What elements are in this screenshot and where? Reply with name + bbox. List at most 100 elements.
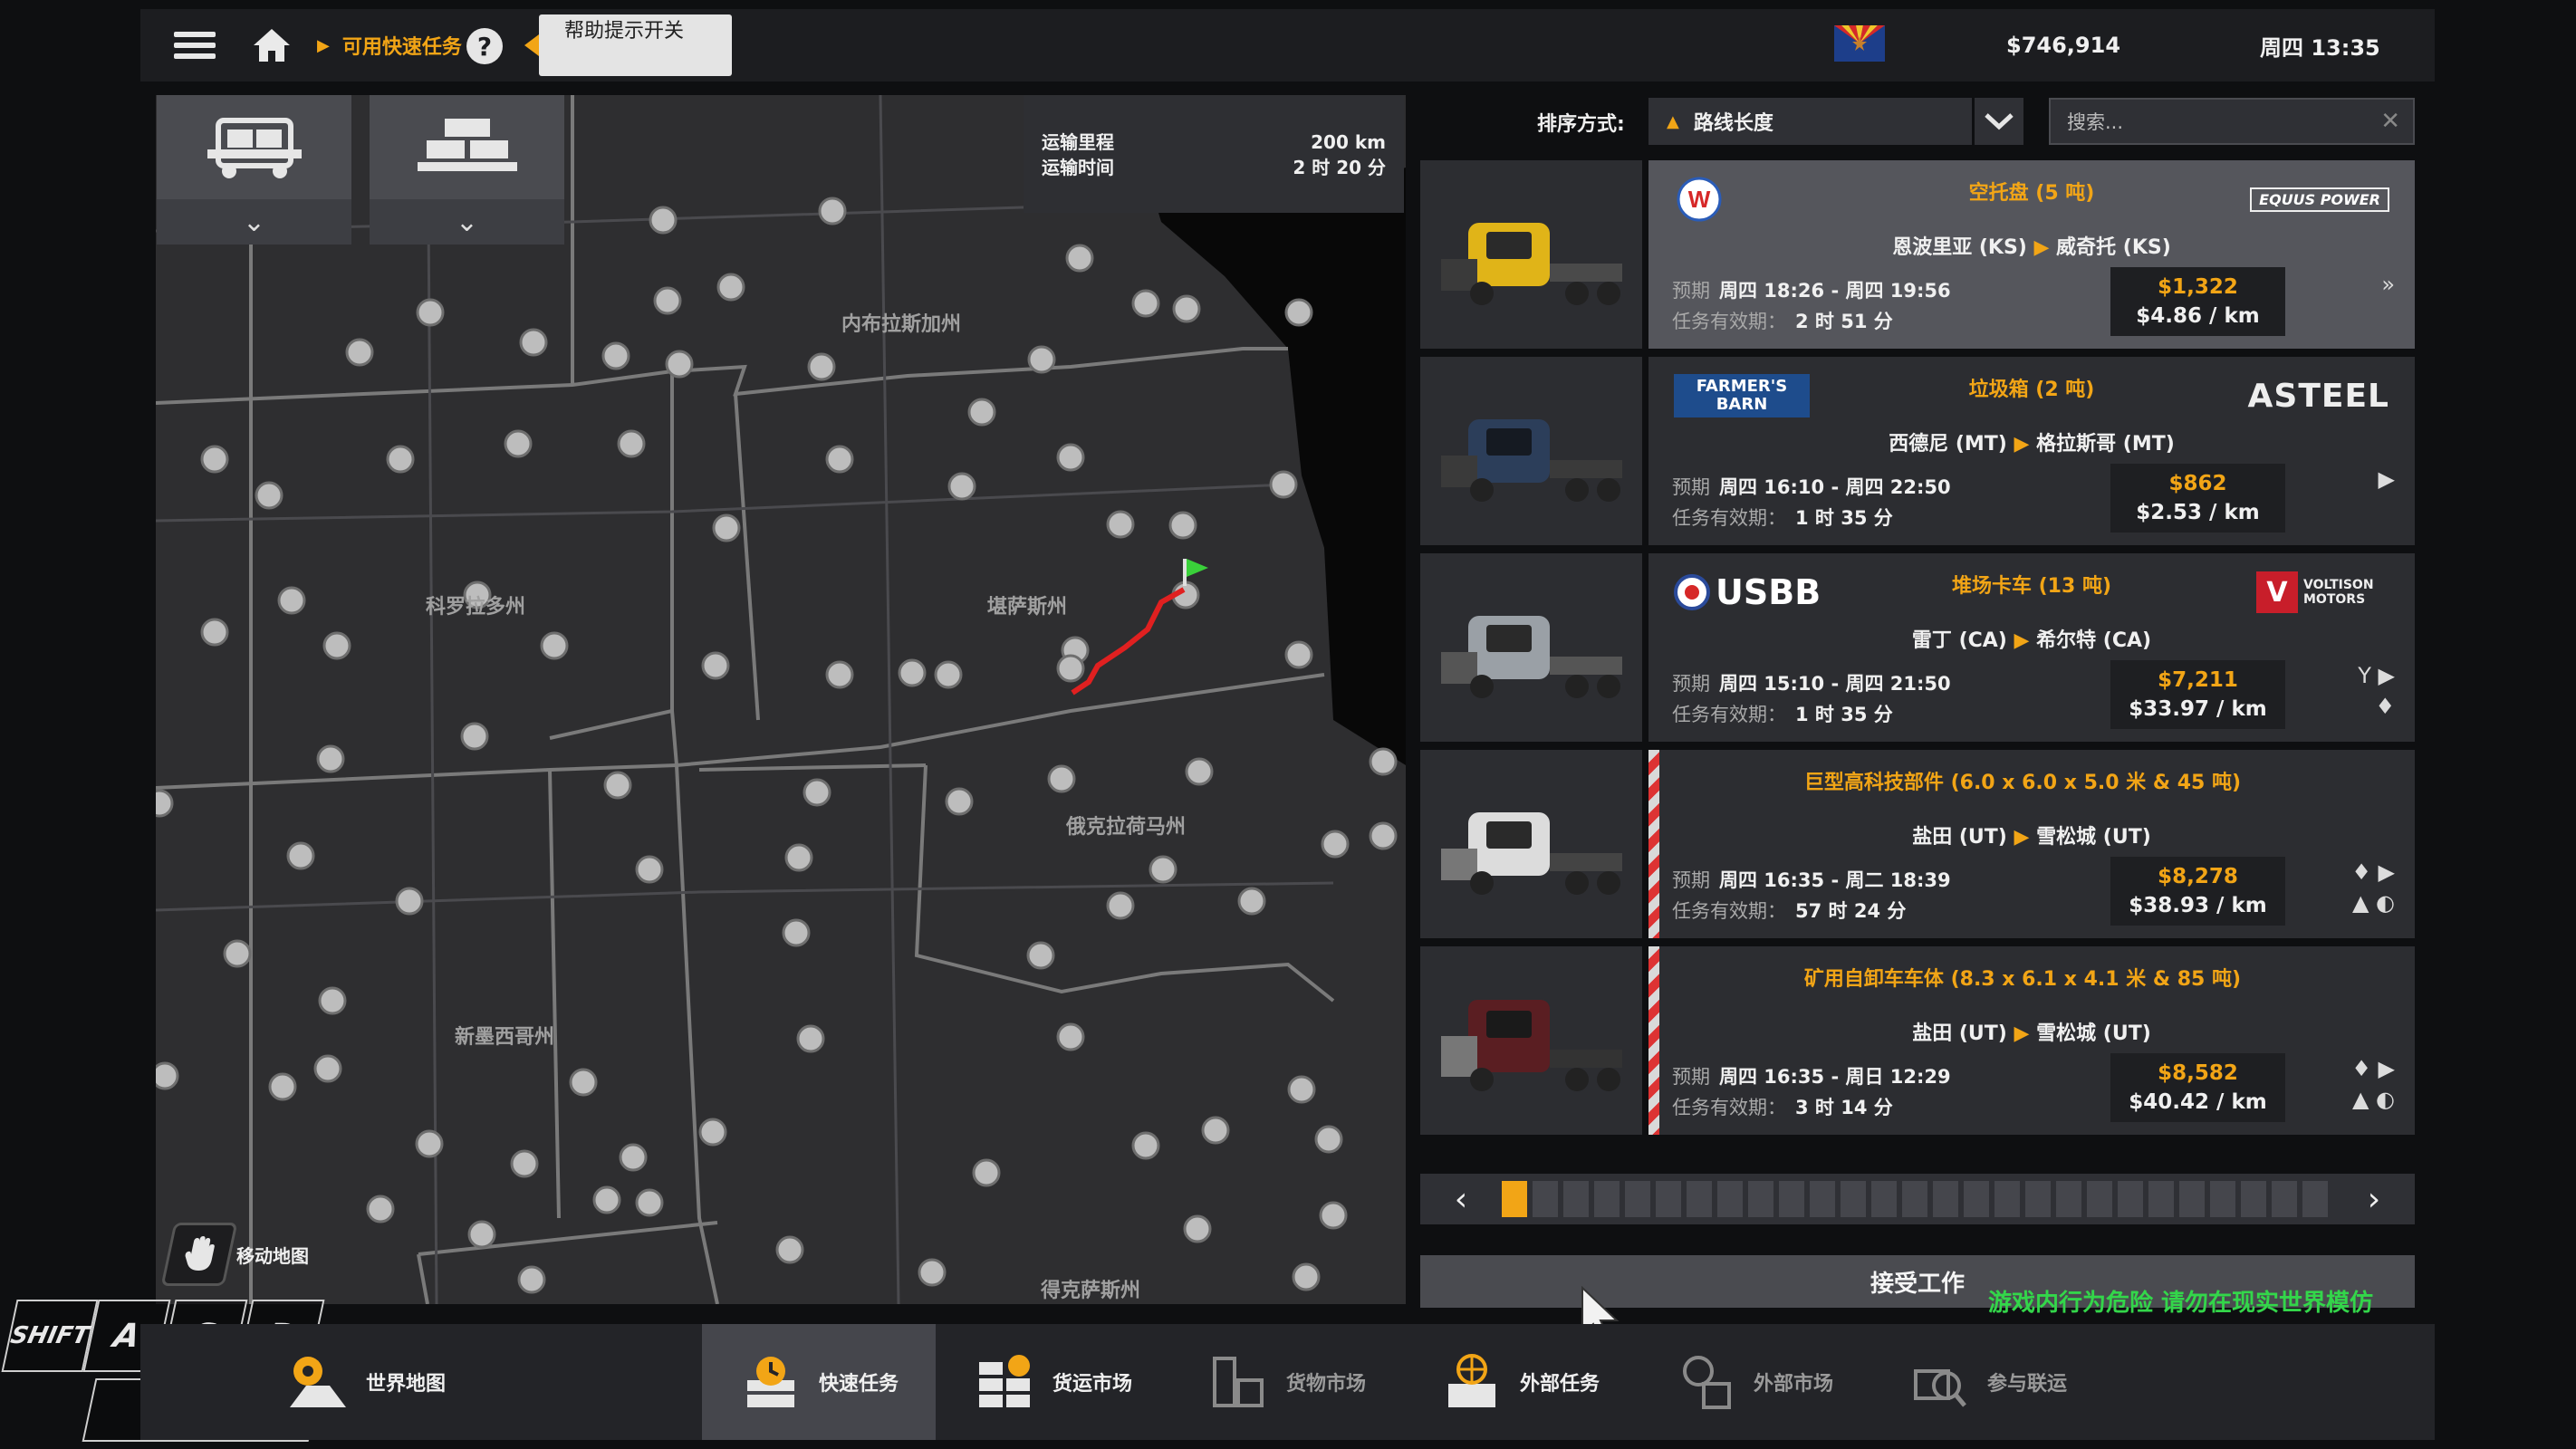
page-indicator[interactable] [1748,1181,1773,1217]
page-indicator[interactable] [1502,1181,1527,1217]
page-indicator[interactable] [1563,1181,1589,1217]
city-marker [782,918,811,947]
distance-label: 运输里程 [1042,131,1114,153]
job-card[interactable]: 巨型高科技部件 (6.0 x 6.0 x 5.0 米 & 45 吨) 盐田 (U… [1420,750,2415,938]
truck-filter-button[interactable]: ⌄ [157,95,351,245]
home-icon[interactable] [245,9,299,82]
eta-row: 预期 周四 16:35 - 周二 18:39 [1672,869,1951,891]
play-icon: ▶ [2378,466,2395,492]
nav-external-contracts[interactable]: 外部任务 [1403,1324,1637,1440]
next-page-icon[interactable]: › [2333,1174,2415,1224]
city-marker [316,744,345,773]
game-clock: 周四 13:35 [2260,34,2380,61]
job-card[interactable]: 矿用自卸车车体 (8.3 x 6.1 x 4.1 米 & 85 吨) 盐田 (U… [1420,946,2415,1135]
time-value: 2 时 20 分 [1293,157,1386,178]
city-marker [603,771,632,800]
page-indicator[interactable] [2148,1181,2174,1217]
city-marker [1183,1214,1212,1243]
city-marker [803,778,831,807]
page-indicator[interactable] [1964,1181,1989,1217]
special-transport-stripe [1648,750,1659,938]
breadcrumb[interactable]: ▶ 可用快速任务 [317,9,462,82]
job-card[interactable]: FARMER'S BARN ASTEEL 垃圾箱 (2 吨) 西德尼 (MT) … [1420,357,2415,545]
validity-row: 任务有效期： 57 时 24 分 [1672,900,1907,922]
city-marker [286,841,315,870]
help-icon[interactable]: ? [466,28,503,64]
page-indicator[interactable] [1871,1181,1897,1217]
job-card[interactable]: USBB V VOLTISON MOTORS 堆场卡车 (13 吨) 雷丁 (C… [1420,553,2415,742]
city-marker [416,298,445,327]
city-marker [807,352,836,381]
cargo-boxes-icon [370,95,564,199]
sort-toggle-button[interactable] [1975,98,2023,145]
page-indicator[interactable] [2056,1181,2081,1217]
city-marker [1168,511,1197,540]
nav-external-market[interactable]: 外部市场 [1637,1324,1870,1440]
nav-world-map[interactable]: 世界地图 [249,1324,483,1440]
page-indicator[interactable] [2210,1181,2235,1217]
eta-row: 预期 周四 16:10 - 周四 22:50 [1672,476,1951,498]
truck-image [1420,553,1642,742]
truck-image [1420,160,1642,349]
page-indicator[interactable] [1687,1181,1712,1217]
page-indicator[interactable] [1841,1181,1866,1217]
weight-icon: ▲ [2351,1087,2369,1112]
nav-cargo-market[interactable]: 货物市场 [1169,1324,1403,1440]
page-indicator[interactable] [2241,1181,2266,1217]
world-map[interactable]: 内布拉斯加州 科罗拉多州 堪萨斯州 俄克拉荷马州 新墨西哥州 得克萨斯州 [156,95,1406,1304]
job-card[interactable]: W EQUUS POWER 空托盘 (5 吨) 恩波里亚 (KS) ▶ 威奇托 … [1420,160,2415,349]
page-indicator[interactable] [1625,1181,1650,1217]
route-text: 恩波里亚 (KS) ▶ 威奇托 (KS) [1892,236,2171,259]
convoy-icon [1908,1350,1971,1414]
city-marker [1106,510,1135,539]
nav-freight-market[interactable]: 货运市场 [936,1324,1169,1440]
route-text: 西德尼 (MT) ▶ 格拉斯哥 (MT) [1889,433,2175,456]
clear-icon[interactable]: ✕ [2380,108,2400,135]
prev-page-icon[interactable]: ‹ [1420,1174,1502,1224]
page-indicator[interactable] [1594,1181,1620,1217]
external-contracts-icon [1440,1350,1504,1414]
page-indicator[interactable] [2025,1181,2051,1217]
eta-row: 预期 周四 16:35 - 周日 12:29 [1672,1066,1951,1088]
city-marker [1369,747,1398,776]
city-marker [460,722,489,751]
page-indicator[interactable] [1779,1181,1804,1217]
nav-convoy[interactable]: 参与联运 [1870,1324,2104,1440]
quick-job-icon [739,1350,803,1414]
cargo-filter-button[interactable]: ⌄ [370,95,564,245]
page-indicator[interactable] [2179,1181,2205,1217]
page-indicator[interactable] [1902,1181,1927,1217]
sort-dropdown[interactable]: ▲ 路线长度 [1648,98,1972,145]
nav-quick-job[interactable]: 快速任务 [702,1324,936,1440]
city-marker [619,1143,648,1172]
city-marker [1237,887,1266,916]
city-marker [1027,345,1056,374]
page-indicator[interactable] [1994,1181,2020,1217]
city-marker [345,338,374,367]
city-marker [1056,443,1085,472]
page-indicator[interactable] [1810,1181,1835,1217]
page-indicator[interactable] [2118,1181,2143,1217]
page-indicator[interactable] [2302,1181,2328,1217]
chevron-down-icon[interactable]: ⌄ [370,199,564,245]
page-indicator[interactable] [2272,1181,2297,1217]
city-marker [277,586,306,615]
city-marker [200,445,229,474]
search-input[interactable]: 搜索... ✕ [2049,98,2415,145]
menu-icon[interactable] [168,9,222,82]
route-text: 雷丁 (CA) ▶ 希尔特 (CA) [1911,629,2152,652]
validity-row: 任务有效期： 2 时 51 分 [1672,311,1893,332]
city-marker [1149,855,1177,884]
page-indicator[interactable] [1656,1181,1681,1217]
page-indicator[interactable] [1933,1181,1958,1217]
city-marker [947,472,976,501]
page-indicator[interactable] [2087,1181,2112,1217]
city-marker [1284,298,1313,327]
trailer-icons: ♦ ▶ ▲ ◐ [2351,859,2395,916]
page-indicator[interactable] [1717,1181,1743,1217]
page-indicator[interactable] [1533,1181,1558,1217]
eta-row: 预期 周四 18:26 - 周四 19:56 [1672,280,1951,302]
city-marker [1065,244,1094,273]
city-marker [366,1195,395,1223]
chevron-down-icon[interactable]: ⌄ [157,199,351,245]
